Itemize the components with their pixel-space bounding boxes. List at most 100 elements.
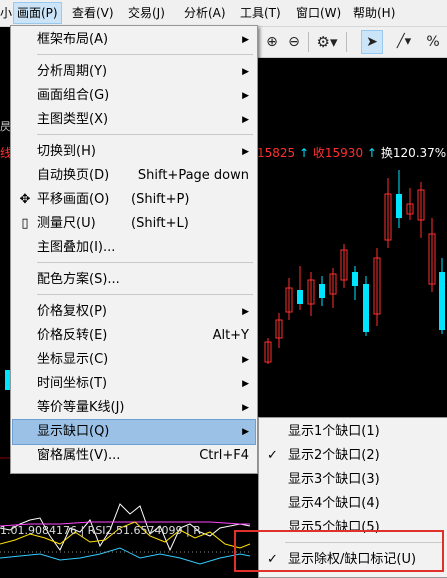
menu-window[interactable]: 窗口(W) bbox=[296, 3, 341, 23]
toolbar: ⊕ ⊖ ⚙▾ ➤ ╱▾ % bbox=[256, 27, 447, 58]
screen-menu-item-label: 切换到(H) bbox=[37, 144, 96, 159]
gap-submenu-item-label: 显示2个缺口(2) bbox=[288, 448, 380, 463]
screen-menu-item[interactable]: 分析周期(Y) ▶ bbox=[13, 60, 255, 84]
screen-menu-item-label: 自动换页(D) bbox=[37, 168, 110, 183]
screen-menu-item-label: 画面组合(G) bbox=[37, 88, 110, 103]
screen-menu-item-shortcut: (Shift+L) bbox=[131, 216, 189, 231]
candle bbox=[297, 290, 303, 304]
submenu-arrow-icon: ▶ bbox=[242, 67, 249, 77]
screen-menu-item-label: 平移画面(O) bbox=[37, 192, 110, 207]
screen-menu-item[interactable]: 框架布局(A) ▶ bbox=[13, 28, 255, 52]
menu-view[interactable]: 查看(V) bbox=[72, 3, 114, 23]
annotation-highlight-box bbox=[234, 530, 444, 572]
submenu-arrow-icon: ▶ bbox=[242, 379, 249, 389]
menu-tools[interactable]: 工具(T) bbox=[240, 3, 281, 23]
menu-help[interactable]: 帮助(H) bbox=[353, 3, 395, 23]
gap-submenu-item-label: 显示3个缺口(3) bbox=[288, 472, 380, 487]
screen-menu-item-shortcut: Ctrl+F4 bbox=[199, 448, 249, 463]
screen-menu-item[interactable]: 价格复权(P) ▶ bbox=[13, 300, 255, 324]
menu-clipped-text: 小 bbox=[0, 6, 13, 20]
ruler-icon: ▯ bbox=[21, 216, 29, 231]
gap-submenu-item[interactable]: ✓ 显示2个缺口(2) bbox=[261, 444, 446, 468]
menu-separator bbox=[37, 294, 253, 295]
quote-prefix: 15825 bbox=[257, 146, 296, 160]
menu-trade[interactable]: 交易(J) bbox=[128, 3, 165, 23]
pointer-cursor-icon[interactable]: ➤ bbox=[361, 30, 383, 54]
quote-bar: 15825 ↑ 收15930 ↑ 换120.37% ◆ bbox=[257, 144, 447, 162]
submenu-arrow-icon: ▶ bbox=[242, 307, 249, 317]
menu-bar: 小 画面(P) 查看(V) 交易(J) 分析(A) 工具(T) 窗口(W) 帮助… bbox=[0, 0, 447, 27]
screen-menu-item[interactable]: 等价等量K线(J) ▶ bbox=[13, 396, 255, 420]
gap-submenu-item-label: 显示1个缺口(1) bbox=[288, 424, 380, 439]
screen-menu-item-label: 分析周期(Y) bbox=[37, 64, 108, 79]
screen-menu-item[interactable]: 坐标显示(C) ▶ bbox=[13, 348, 255, 372]
screen-menu-item[interactable]: 窗格属性(V)... Ctrl+F4 bbox=[13, 444, 255, 468]
screen-menu-item-label: 窗格属性(V)... bbox=[37, 448, 121, 463]
up-arrow-icon: ↑ bbox=[366, 146, 377, 160]
candle bbox=[352, 272, 358, 286]
screen-menu-dropdown: 框架布局(A) ▶ 分析周期(Y) ▶ 画面组合(G) ▶ 主图类型(X) ▶ 切换到(H) ▶ 自… bbox=[10, 25, 258, 474]
submenu-arrow-icon: ▶ bbox=[242, 147, 249, 157]
screen-menu-item[interactable]: 画面组合(G) ▶ bbox=[13, 84, 255, 108]
screen-menu-item-label: 配色方案(S)... bbox=[37, 272, 120, 287]
quote-turnover: 换120.37% bbox=[380, 146, 447, 160]
screen-menu-item[interactable]: 自动换页(D) Shift+Page down bbox=[13, 164, 255, 188]
screen-menu-item[interactable]: ✥ 平移画面(O) (Shift+P) bbox=[13, 188, 255, 212]
settings-gear-icon[interactable]: ⚙▾ bbox=[312, 31, 342, 53]
submenu-arrow-icon: ▶ bbox=[242, 355, 249, 365]
zoom-in-icon[interactable]: ⊕ bbox=[262, 31, 282, 53]
screen-menu-item[interactable]: ▯ 测量尺(U) (Shift+L) bbox=[13, 212, 255, 236]
candle bbox=[363, 284, 369, 332]
screen-menu-item-label: 时间坐标(T) bbox=[37, 376, 108, 391]
line-draw-icon[interactable]: ╱▾ bbox=[390, 31, 418, 53]
screen-menu-item[interactable]: 价格反转(E) Alt+Y bbox=[13, 324, 255, 348]
screen-menu-item[interactable]: 配色方案(S)... bbox=[13, 268, 255, 292]
screen-menu-item-shortcut: (Shift+P) bbox=[131, 192, 190, 207]
submenu-arrow-icon: ▶ bbox=[242, 115, 249, 125]
screen-menu-item[interactable]: 切换到(H) ▶ bbox=[13, 140, 255, 164]
candle bbox=[319, 284, 325, 298]
screen-menu-item-shortcut: Shift+Page down bbox=[137, 168, 249, 183]
submenu-arrow-icon: ▶ bbox=[242, 91, 249, 101]
screen-menu-item[interactable]: 显示缺口(Q) ▶ bbox=[12, 419, 256, 445]
menu-separator bbox=[37, 262, 253, 263]
menu-screen[interactable]: 画面(P) bbox=[13, 2, 62, 24]
gap-submenu-item[interactable]: 显示1个缺口(1) bbox=[261, 420, 446, 444]
submenu-arrow-icon: ▶ bbox=[242, 35, 249, 45]
toolbar-divider bbox=[346, 32, 347, 52]
screen-menu-item-label: 主图类型(X) bbox=[37, 112, 109, 127]
menu-separator bbox=[37, 54, 253, 55]
gap-submenu-item-label: 显示4个缺口(4) bbox=[288, 496, 380, 511]
submenu-arrow-icon: ▶ bbox=[242, 427, 249, 437]
checkmark-icon: ✓ bbox=[267, 448, 278, 463]
screen-menu-item[interactable]: 主图叠加(I)... bbox=[13, 236, 255, 260]
screen-menu-item[interactable]: 主图类型(X) ▶ bbox=[13, 108, 255, 132]
screen-menu-item-label: 测量尺(U) bbox=[37, 216, 96, 231]
chart-left-clip-top: 昃 bbox=[0, 120, 11, 133]
screen-menu-item-shortcut: Alt+Y bbox=[212, 328, 249, 343]
screen-menu-item-label: 价格反转(E) bbox=[37, 328, 108, 343]
screen-menu-item-label: 等价等量K线(J) bbox=[37, 400, 125, 415]
screen-menu-item-label: 主图叠加(I)... bbox=[37, 240, 116, 255]
quote-receive: 收15930 bbox=[312, 146, 364, 160]
screen-menu-item-label: 价格复权(P) bbox=[37, 304, 107, 319]
menu-analysis[interactable]: 分析(A) bbox=[184, 3, 226, 23]
up-arrow-icon: ↑ bbox=[299, 146, 310, 160]
candle bbox=[439, 272, 445, 330]
indicator-header: 1.01.9084176 | RSI2.51.6574099 | R bbox=[0, 524, 201, 537]
gap-submenu-item[interactable]: 显示4个缺口(4) bbox=[261, 492, 446, 516]
zoom-out-icon[interactable]: ⊖ bbox=[284, 31, 304, 53]
submenu-arrow-icon: ▶ bbox=[242, 403, 249, 413]
candle bbox=[396, 194, 402, 218]
screen-menu-item[interactable]: 时间坐标(T) ▶ bbox=[13, 372, 255, 396]
move-icon: ✥ bbox=[19, 192, 31, 207]
menu-view-clipped[interactable]: 小 bbox=[0, 3, 12, 23]
chart-left-clip: 线 bbox=[0, 146, 13, 160]
rsi-line-cyan bbox=[0, 547, 251, 565]
screen-menu-item-label: 框架布局(A) bbox=[37, 32, 109, 47]
menu-separator bbox=[37, 134, 253, 135]
screen-menu-item-label: 坐标显示(C) bbox=[37, 352, 109, 367]
gap-submenu-item[interactable]: 显示3个缺口(3) bbox=[261, 468, 446, 492]
screen-menu-item-label: 显示缺口(Q) bbox=[37, 424, 110, 439]
percent-icon[interactable]: % bbox=[424, 31, 442, 53]
